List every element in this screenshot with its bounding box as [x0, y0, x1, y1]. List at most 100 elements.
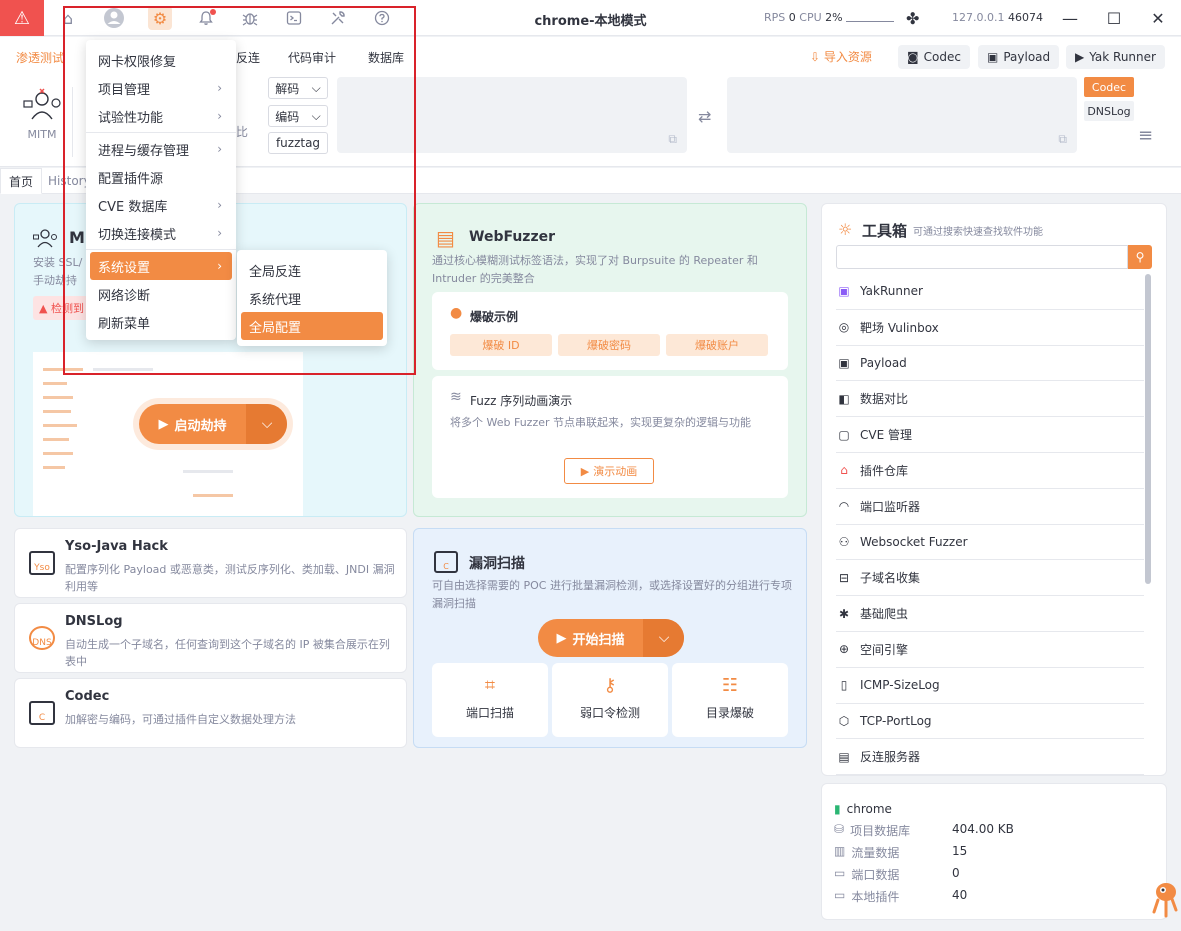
nav-tab-database[interactable]: 数据库 [368, 49, 404, 66]
mitm-shortcut[interactable]: MITM [16, 87, 68, 141]
dir-brute-button[interactable]: ☷ 目录爆破 [672, 663, 788, 737]
menu-process-cache[interactable]: 进程与缓存管理 › [86, 135, 236, 163]
codec-button[interactable]: ◙ Codec [898, 45, 970, 69]
import-resource-button[interactable]: ⇩ 导入资源 [810, 48, 872, 65]
chevron-down-icon[interactable]: ⌵ [644, 619, 684, 657]
toolbox-scrollbar[interactable] [1145, 274, 1151, 584]
vuln-scan-icon: C [434, 551, 458, 573]
port-scan-button[interactable]: ⌗ 端口扫描 [432, 663, 548, 737]
submenu-global-config[interactable]: 全局配置 [241, 312, 383, 340]
menu-plugin-source[interactable]: 配置插件源 [86, 163, 236, 191]
user-avatar-icon[interactable] [102, 6, 126, 30]
nav-tab-pentest[interactable]: 渗透测试 [16, 49, 64, 66]
tab-home[interactable]: 首页 [0, 168, 43, 194]
tool-plugin-store[interactable]: ⌂ 插件仓库 [836, 453, 1144, 489]
play-icon: ▶ [556, 630, 567, 646]
tool-websocket-fuzzer[interactable]: ⚇ Websocket Fuzzer [836, 525, 1144, 561]
yso-java-card[interactable]: Yso Yso-Java Hack 配置序列化 Payload 或恶意类，测试反… [14, 528, 407, 598]
tool-port-listener[interactable]: ◠ 端口监听器 [836, 489, 1144, 525]
maximize-icon[interactable]: ☐ [1104, 8, 1124, 28]
copy-icon[interactable]: ⧉ [1058, 132, 1067, 147]
home-icon[interactable]: ⌂ [56, 6, 80, 30]
menu-project-manage[interactable]: 项目管理 › [86, 74, 236, 102]
minimize-icon[interactable]: — [1060, 8, 1080, 28]
notification-dot [210, 9, 216, 15]
bug-icon[interactable] [238, 6, 262, 30]
compare-label-fragment: 比 [236, 125, 249, 139]
fuzztag-button[interactable]: fuzztag [268, 132, 328, 154]
menu-nic-repair[interactable]: 网卡权限修复 [86, 46, 236, 74]
menu-network-diagnose[interactable]: 网络诊断 [86, 280, 236, 308]
nav-tab-code-audit[interactable]: 代码审计 [288, 49, 336, 66]
codec-input-area[interactable]: ⧉ [337, 77, 687, 153]
webfuzzer-desc: 通过核心模糊测试标签语法，实现了对 Burpsuite 的 Repeater 和… [432, 254, 758, 285]
webfuzzer-card[interactable]: ▤ WebFuzzer 通过核心模糊测试标签语法，实现了对 Burpsuite … [413, 203, 807, 517]
swap-icon[interactable]: ⇄ [698, 107, 711, 126]
submenu-global-reverse[interactable]: 全局反连 [237, 256, 387, 284]
tool-icmp-sizelog[interactable]: ▯ ICMP-SizeLog [836, 668, 1144, 704]
codec-card-icon: C [29, 701, 55, 725]
start-hijack-button[interactable]: ▶ 启动劫持 ⌵ [139, 404, 287, 444]
menu-divider [86, 249, 236, 250]
compare-icon: ◧ [838, 391, 850, 406]
dnslog-card[interactable]: DNS DNSLog 自动生成一个子域名，任何查询到这个子域名的 IP 被集合展… [14, 603, 407, 673]
tool-vulinbox[interactable]: ◎ 靶场 Vulinbox [836, 310, 1144, 346]
tools-icon[interactable] [326, 6, 350, 30]
burst-id-button[interactable]: 爆破 ID [450, 334, 552, 356]
chevron-down-icon[interactable]: ⌵ [247, 404, 287, 444]
warning-icon: ⚠ [13, 7, 31, 29]
yak-runner-button[interactable]: ▶ Yak Runner [1066, 45, 1165, 69]
mitm-card-desc: 安装 SSL/手动劫持 [33, 256, 83, 287]
gear-icon[interactable]: ⚙ [148, 6, 172, 30]
codec-card[interactable]: C Codec 加解密与编码，可通过插件自定义数据处理方法 [14, 678, 407, 748]
mitm-warning-tag[interactable]: ▲ 检测到 [33, 296, 93, 320]
side-tab-dnslog[interactable]: DNSLog [1084, 101, 1134, 121]
headphone-icon: ◠ [838, 499, 850, 514]
demo-animation-button[interactable]: ▶ 演示动画 [564, 458, 654, 484]
encode-select[interactable]: 编码 ⌵ [268, 105, 328, 127]
fuzz-sequence-card: ≋ Fuzz 序列动画演示 将多个 Web Fuzzer 节点串联起来，实现更复… [432, 376, 788, 498]
tool-tcp-portlog[interactable]: ⬡ TCP-PortLog [836, 704, 1144, 740]
menu-connect-mode[interactable]: 切换连接模式 › [86, 219, 236, 247]
tool-crawler[interactable]: ✱ 基础爬虫 [836, 596, 1144, 632]
tool-reverse-server[interactable]: ▤ 反连服务器 [836, 739, 1144, 775]
close-icon[interactable]: ✕ [1148, 8, 1168, 28]
chevron-right-icon: › [217, 142, 222, 156]
decode-select[interactable]: 解码 ⌵ [268, 77, 328, 99]
copy-icon[interactable]: ⧉ [668, 132, 677, 147]
chevron-right-icon: › [217, 81, 222, 95]
toolbox-panel: ☼ 工具箱 可通过搜索快速查找软件功能 ⚲ ▣ YakRunner ◎ 靶场 Vul… [821, 203, 1167, 776]
toolbox-search-input[interactable] [836, 245, 1128, 269]
mascot-icon[interactable] [1150, 878, 1178, 918]
tool-space-engine[interactable]: ⊕ 空间引擎 [836, 632, 1144, 668]
warning-button[interactable]: ⚠ [0, 0, 44, 36]
menu-system-settings[interactable]: 系统设置 › [90, 252, 232, 280]
key-icon: ⚷ [603, 675, 617, 696]
collapse-icon[interactable]: ≡ [1138, 125, 1153, 146]
bell-icon[interactable] [194, 6, 218, 30]
burst-password-button[interactable]: 爆破密码 [558, 334, 660, 356]
weak-password-button[interactable]: ⚷ 弱口令检测 [552, 663, 668, 737]
menu-cve-db[interactable]: CVE 数据库 › [86, 191, 236, 219]
submenu-system-proxy[interactable]: 系统代理 [237, 284, 387, 312]
start-scan-button[interactable]: ▶ 开始扫描 ⌵ [538, 619, 684, 657]
vuln-scan-title: 漏洞扫描 [469, 556, 525, 572]
tool-compare[interactable]: ◧ 数据对比 [836, 381, 1144, 418]
side-tab-codec[interactable]: Codec [1084, 77, 1134, 97]
menu-refresh[interactable]: 刷新菜单 [86, 308, 236, 336]
tool-yakrunner[interactable]: ▣ YakRunner [836, 274, 1144, 310]
fan-icon[interactable]: ✤ [906, 9, 919, 28]
help-icon[interactable] [370, 6, 394, 30]
nav-tab-reverse[interactable]: 反连 [236, 49, 260, 66]
tool-subdomain[interactable]: ⊟ 子域名收集 [836, 560, 1144, 597]
menu-experimental[interactable]: 试验性功能 › [86, 102, 236, 130]
search-icon[interactable]: ⚲ [1128, 245, 1152, 269]
payload-button[interactable]: ▣ Payload [978, 45, 1060, 69]
burst-account-button[interactable]: 爆破账户 [666, 334, 768, 356]
tool-cve[interactable]: ▢ CVE 管理 [836, 417, 1144, 453]
codec-output-area[interactable]: ⧉ [727, 77, 1077, 153]
play-icon: ▶ [158, 416, 169, 432]
terminal-icon[interactable] [282, 6, 306, 30]
monitor-icon: ▭ [834, 888, 846, 902]
tool-payload[interactable]: ▣ Payload [836, 346, 1144, 382]
